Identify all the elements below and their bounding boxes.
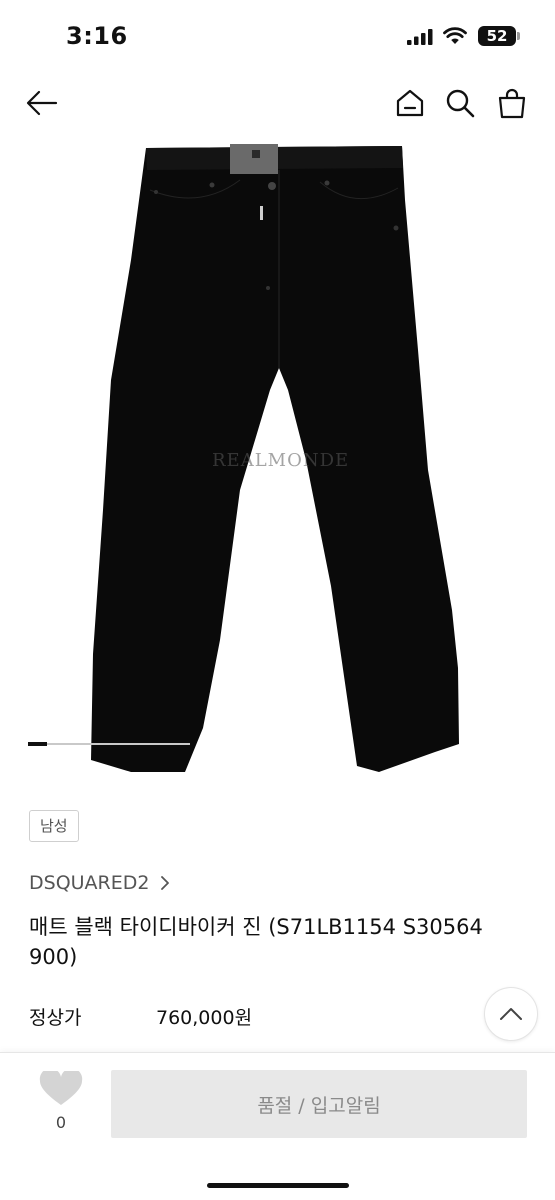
price-value: 760,000원: [156, 1007, 253, 1029]
product-title: 매트 블랙 타이디바이커 진 (S71LB1154 S30564 900): [29, 915, 483, 969]
product-image-gallery[interactable]: REALMONDE: [0, 140, 555, 780]
gallery-progress-fill: [28, 742, 48, 746]
shopping-bag-icon: [498, 88, 526, 119]
arrow-left-icon: [26, 90, 58, 116]
restock-alert-button[interactable]: 품절 / 입고알림: [111, 1070, 527, 1138]
search-icon: [446, 89, 475, 118]
search-button[interactable]: [440, 78, 480, 128]
price-label: 정상가: [29, 1007, 82, 1029]
bottom-action-bar: 0 품절 / 입고알림: [0, 1052, 555, 1200]
chevron-right-icon: [161, 876, 170, 890]
cellular-signal-icon: [407, 29, 433, 45]
battery-nub: [517, 32, 520, 40]
battery-indicator: 52: [478, 26, 516, 46]
status-bar: 3:16 52: [0, 0, 555, 72]
like-button[interactable]: 0: [38, 1071, 84, 1141]
brand-name: DSQUARED2: [29, 872, 150, 894]
back-button[interactable]: [22, 78, 62, 128]
watermark: REALMONDE: [212, 450, 350, 471]
brand-link[interactable]: DSQUARED2: [29, 872, 171, 894]
top-nav-bar: [0, 78, 555, 130]
home-indicator: [207, 1183, 349, 1188]
home-button[interactable]: [390, 78, 430, 128]
heart-icon: [39, 1071, 83, 1105]
status-time: 3:16: [66, 22, 128, 50]
gallery-progress-track: [28, 742, 190, 746]
home-icon: [396, 89, 424, 117]
scroll-to-top-button[interactable]: [484, 987, 538, 1041]
like-count: 0: [55, 1113, 67, 1132]
shopping-bag-button[interactable]: [492, 78, 532, 128]
wifi-icon: [443, 27, 467, 44]
chevron-up-icon: [500, 1008, 522, 1020]
gender-tag: 남성: [29, 810, 79, 842]
